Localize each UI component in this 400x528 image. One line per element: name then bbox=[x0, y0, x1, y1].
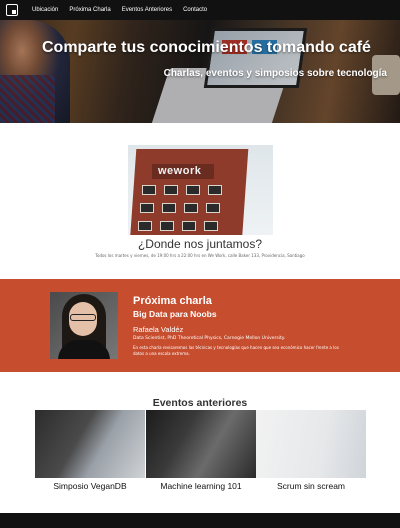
location-title: ¿Donde nos juntamos? bbox=[137, 237, 263, 251]
building-window bbox=[186, 185, 200, 195]
event-card-machine-learning[interactable] bbox=[146, 410, 256, 478]
footer bbox=[0, 513, 400, 528]
event-caption[interactable]: Machine learning 101 bbox=[146, 481, 256, 491]
speaker-name: Rafaela Valdéz bbox=[133, 325, 184, 334]
speaker-glasses bbox=[70, 314, 96, 321]
nav-link-proxima-charla[interactable]: Próxima Charla bbox=[69, 7, 110, 13]
speaker-photo bbox=[50, 292, 118, 359]
nav-link-eventos-anteriores[interactable]: Eventos Anteriores bbox=[122, 7, 172, 13]
next-talk-title: Big Data para Noobs bbox=[133, 309, 217, 319]
location-text: Todos los martes y viernes, de 19:00 hrs… bbox=[95, 253, 305, 258]
building-window bbox=[140, 203, 154, 213]
event-image bbox=[256, 410, 366, 478]
event-card-vegandb[interactable] bbox=[35, 410, 145, 478]
nav-link-ubicacion[interactable]: Ubicación bbox=[32, 7, 58, 13]
building-window bbox=[142, 185, 156, 195]
building-window bbox=[182, 221, 196, 231]
event-card-scrum[interactable] bbox=[256, 410, 366, 478]
top-nav: Ubicación Próxima Charla Eventos Anterio… bbox=[0, 0, 400, 20]
building-window bbox=[206, 203, 220, 213]
next-talk-section: Próxima charla Big Data para Noobs Rafae… bbox=[0, 279, 400, 372]
nav-link-contacto[interactable]: Contacto bbox=[183, 7, 207, 13]
building-window bbox=[164, 185, 178, 195]
event-image bbox=[146, 410, 256, 478]
event-caption[interactable]: Simposio VeganDB bbox=[35, 481, 145, 491]
presentation-icon[interactable] bbox=[6, 4, 18, 16]
building-window bbox=[162, 203, 176, 213]
location-image: wework bbox=[128, 145, 273, 235]
next-talk-description: En esta charla revisaremos las técnicas … bbox=[133, 345, 339, 356]
next-talk-heading: Próxima charla bbox=[133, 295, 212, 307]
building-window bbox=[208, 185, 222, 195]
building-window bbox=[184, 203, 198, 213]
event-caption[interactable]: Scrum sin scream bbox=[256, 481, 366, 491]
building-sign-text: wework bbox=[158, 165, 202, 177]
hero-banner: Comparte tus conocimientos tomando café … bbox=[0, 20, 400, 123]
hero-title: Comparte tus conocimientos tomando café bbox=[42, 39, 371, 56]
building-window bbox=[138, 221, 152, 231]
speaker-role: Data Scientist, PhD Theoretical Physics,… bbox=[133, 336, 286, 341]
building-window bbox=[160, 221, 174, 231]
event-image bbox=[35, 410, 145, 478]
past-events-title: Eventos anteriores bbox=[152, 397, 248, 409]
building-window bbox=[204, 221, 218, 231]
hero-subtitle: Charlas, eventos y simposios sobre tecno… bbox=[163, 68, 387, 79]
